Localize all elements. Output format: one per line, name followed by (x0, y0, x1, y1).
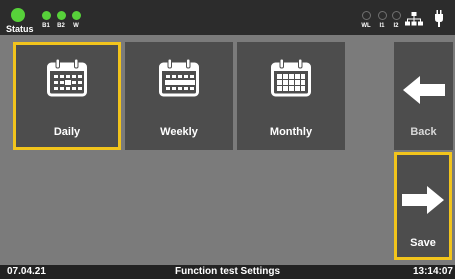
plug-icon (434, 10, 444, 32)
back-label: Back (410, 126, 437, 138)
i1-led (377, 11, 387, 20)
i2-label: I2 (393, 23, 399, 29)
b1-label: B1 (42, 23, 50, 29)
indicator-b2: B2 (55, 11, 67, 29)
status-label: Status (6, 24, 34, 34)
calendar-month-icon (271, 58, 311, 102)
status-bar: Status B1 B2 W WL I1 I2 (0, 0, 455, 35)
b2-led (56, 11, 66, 20)
network-icon (405, 12, 423, 31)
footer-title: Function test Settings (175, 266, 280, 277)
monthly-label: Monthly (269, 126, 313, 138)
b1-led (41, 11, 51, 20)
back-button[interactable]: Back (394, 42, 453, 150)
indicator-i2: I2 (390, 11, 402, 29)
wl-led (361, 11, 371, 20)
calendar-day-icon (47, 58, 87, 102)
weekly-label: Weekly (160, 126, 198, 138)
wl-label: WL (361, 23, 371, 29)
indicator-b1: B1 (40, 11, 52, 29)
indicator-i1: I1 (376, 11, 388, 29)
status-indicator: Status (6, 8, 34, 34)
calendar-week-icon (159, 58, 199, 102)
i2-led (391, 11, 401, 20)
daily-button[interactable]: Daily (13, 42, 121, 150)
footer-bar: 07.04.21 Function test Settings 13:14:07 (0, 265, 455, 279)
save-label: Save (410, 237, 436, 249)
indicator-w: W (70, 11, 82, 29)
status-led (11, 8, 25, 22)
w-led (71, 11, 81, 20)
monthly-button[interactable]: Monthly (237, 42, 345, 150)
indicator-wl: WL (360, 11, 372, 29)
w-label: W (73, 23, 79, 29)
arrow-left-icon (402, 76, 445, 109)
b2-label: B2 (57, 23, 65, 29)
save-button[interactable]: Save (394, 152, 452, 260)
arrow-right-icon (402, 186, 444, 219)
main-area: Daily Weekly Monthly Back Save (0, 35, 455, 265)
footer-time: 13:14:07 (412, 266, 453, 277)
weekly-button[interactable]: Weekly (125, 42, 233, 150)
daily-label: Daily (53, 126, 81, 138)
i1-label: I1 (379, 23, 385, 29)
